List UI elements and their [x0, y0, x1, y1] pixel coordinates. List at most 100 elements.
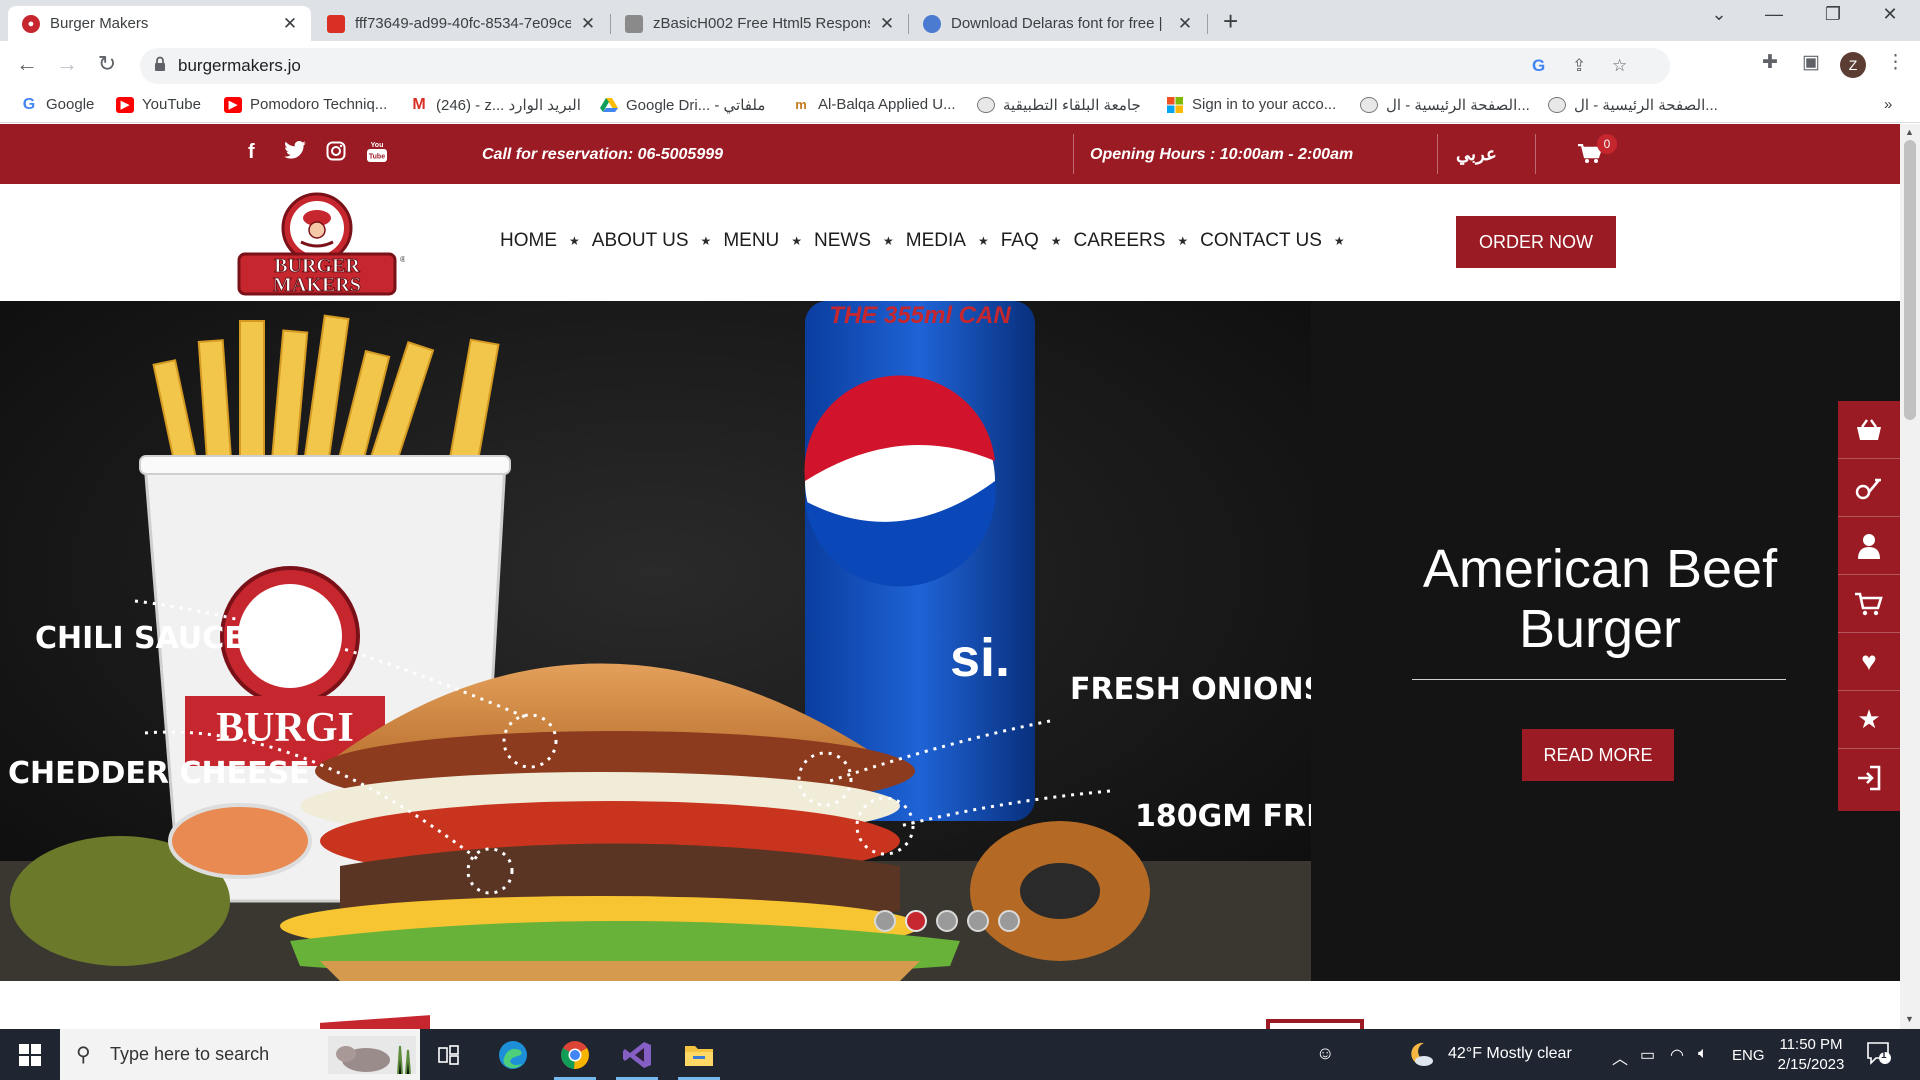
- maximize-button[interactable]: ❐: [1810, 4, 1856, 25]
- slider-dot[interactable]: [874, 910, 896, 932]
- hero-title: American Beef Burger: [1422, 539, 1778, 659]
- hero-slider: BURGI THE 355ml CAN si. CHILI SAUCE CHED…: [0, 301, 1900, 981]
- show-hidden-icons-chevron-icon[interactable]: ︿: [1612, 1045, 1628, 1069]
- content-below-hero: [0, 981, 1900, 1029]
- close-icon[interactable]: ✕: [878, 14, 896, 34]
- instagram-icon[interactable]: [326, 141, 346, 167]
- cart-icon[interactable]: [1838, 575, 1900, 633]
- visual-studio-icon[interactable]: [608, 1029, 666, 1080]
- people-icon[interactable]: ☺: [1316, 1043, 1334, 1064]
- bau-icon: m: [795, 97, 807, 112]
- bookmark-microsoft[interactable]: Sign in to your acco...: [1166, 96, 1336, 113]
- notification-center-icon[interactable]: 1: [1866, 1041, 1892, 1070]
- nav-faq[interactable]: FAQ: [1001, 230, 1039, 252]
- windows-start-button[interactable]: [0, 1029, 60, 1080]
- bookmark-bau-arabic[interactable]: جامعة البلقاء التطبيقية: [977, 96, 1141, 114]
- close-icon[interactable]: ✕: [579, 14, 597, 34]
- divider: [1535, 134, 1536, 174]
- hero-burger-image: BURGI THE 355ml CAN si. CHILI SAUCE CHED…: [0, 301, 1311, 981]
- share-icon[interactable]: ⇪: [1572, 56, 1586, 76]
- scrollbar-thumb[interactable]: [1904, 140, 1916, 420]
- profile-avatar[interactable]: Z: [1840, 52, 1866, 78]
- window-close-button[interactable]: ✕: [1867, 4, 1913, 25]
- youtube-icon[interactable]: You Tube: [366, 141, 388, 169]
- bookmark-youtube[interactable]: ▶ YouTube: [116, 96, 201, 113]
- drive-icon: [600, 97, 618, 113]
- bookmark-drive[interactable]: Google Dri... - ملفاتي: [600, 96, 765, 114]
- star-icon[interactable]: ★: [1838, 691, 1900, 749]
- extensions-icon[interactable]: ✚: [1762, 51, 1778, 74]
- read-more-button[interactable]: READ MORE: [1522, 729, 1674, 781]
- address-bar[interactable]: burgermakers.jo G ⇪ ☆: [140, 48, 1670, 84]
- close-icon[interactable]: ✕: [281, 14, 299, 34]
- nav-contact-us[interactable]: CONTACT US: [1200, 230, 1322, 252]
- reload-icon[interactable]: ↻: [92, 51, 122, 77]
- nav-about-us[interactable]: ABOUT US: [592, 230, 689, 252]
- page-scrollbar[interactable]: ▲ ▼: [1900, 124, 1920, 1029]
- task-view-icon[interactable]: [420, 1029, 478, 1080]
- weather-text[interactable]: 42°F Mostly clear: [1448, 1045, 1572, 1063]
- forward-arrow-icon[interactable]: →: [52, 51, 82, 77]
- main-navigation: HOME ★ ABOUT US ★ MENU ★ NEWS ★ MEDIA ★ FAQ ★ …: [500, 230, 1357, 252]
- volume-icon[interactable]: 🔈︎: [1698, 1045, 1708, 1063]
- chrome-icon[interactable]: [546, 1029, 604, 1080]
- nav-careers[interactable]: CAREERS: [1074, 230, 1166, 252]
- youtube-icon: ▶: [224, 96, 242, 113]
- tab-zbasic[interactable]: zBasicH002 Free Html5 Responsi ✕: [611, 6, 908, 41]
- bookmark-star-icon[interactable]: ☆: [1612, 56, 1627, 76]
- burger-makers-logo[interactable]: BURGER MAKERS ®: [235, 192, 405, 296]
- nav-news[interactable]: NEWS: [814, 230, 871, 252]
- basket-icon[interactable]: [1838, 401, 1900, 459]
- lock-icon[interactable]: [154, 56, 166, 72]
- input-language[interactable]: ENG: [1732, 1047, 1765, 1064]
- taskbar-search[interactable]: ⚲ Type here to search: [60, 1029, 420, 1080]
- order-now-button[interactable]: ORDER NOW: [1456, 216, 1616, 268]
- bookmark-bau-home-2[interactable]: الصفحة الرئيسية - ال...: [1548, 96, 1718, 114]
- edge-icon[interactable]: [484, 1029, 542, 1080]
- close-icon[interactable]: ✕: [1176, 14, 1194, 34]
- bookmark-label: Sign in to your acco...: [1192, 96, 1337, 113]
- file-explorer-icon[interactable]: [670, 1029, 728, 1080]
- minimize-button[interactable]: —: [1751, 4, 1797, 25]
- nav-media[interactable]: MEDIA: [906, 230, 966, 252]
- battery-icon[interactable]: ▭: [1640, 1045, 1655, 1065]
- nav-home[interactable]: HOME: [500, 230, 557, 252]
- back-arrow-icon[interactable]: ←: [12, 51, 42, 77]
- twitter-icon[interactable]: [284, 140, 306, 165]
- callout-label: FRESH ONIONS AND TOMATOES: [1070, 672, 1311, 707]
- scroll-up-arrow-icon[interactable]: ▲: [1905, 127, 1914, 137]
- delivery-icon[interactable]: [1838, 459, 1900, 517]
- language-switch[interactable]: عربي: [1456, 144, 1497, 165]
- bookmark-bau-home-1[interactable]: الصفحة الرئيسية - ال...: [1360, 96, 1530, 114]
- tab-uuid[interactable]: fff73649-ad99-40fc-8534-7e09ce ✕: [313, 6, 609, 41]
- side-panel-icon[interactable]: ▣: [1802, 51, 1820, 74]
- login-icon[interactable]: [1838, 749, 1900, 807]
- scroll-down-arrow-icon[interactable]: ▼: [1905, 1014, 1914, 1024]
- url-text[interactable]: burgermakers.jo: [178, 56, 301, 76]
- tab-delaras[interactable]: Download Delaras font for free | ✕: [909, 6, 1206, 41]
- bookmark-bau[interactable]: m Al-Balqa Applied U...: [792, 96, 955, 113]
- bau-seal-icon: [1360, 97, 1378, 113]
- tab-burger-makers[interactable]: ● Burger Makers ✕: [8, 6, 311, 41]
- user-icon[interactable]: [1838, 517, 1900, 575]
- nav-menu[interactable]: MENU: [723, 230, 779, 252]
- bookmark-label: الصفحة الرئيسية - ال...: [1386, 97, 1530, 114]
- facebook-icon[interactable]: f: [248, 141, 255, 164]
- system-clock[interactable]: 11:50 PM 2/15/2023: [1776, 1036, 1846, 1073]
- bookmark-gmail[interactable]: M (246) - z... البريد الوارد: [410, 96, 581, 114]
- slider-dot[interactable]: [998, 910, 1020, 932]
- slider-dot[interactable]: [936, 910, 958, 932]
- google-lens-icon[interactable]: G: [1532, 56, 1545, 76]
- wifi-icon[interactable]: ◠: [1670, 1045, 1684, 1065]
- slider-dot-active[interactable]: [905, 910, 927, 932]
- bookmark-label: Pomodoro Techniq...: [250, 96, 388, 113]
- bookmark-label: (246) - z... البريد الوارد: [436, 97, 581, 114]
- heart-icon[interactable]: ♥: [1838, 633, 1900, 691]
- menu-kebab-icon[interactable]: ⋮: [1886, 51, 1905, 74]
- bookmark-google[interactable]: G Google: [20, 96, 95, 114]
- new-tab-button[interactable]: +: [1223, 6, 1238, 36]
- tab-search-icon[interactable]: ⌄: [1696, 4, 1742, 25]
- slider-dot[interactable]: [967, 910, 989, 932]
- bookmark-pomodoro[interactable]: ▶ Pomodoro Techniq...: [224, 96, 387, 113]
- bookmarks-overflow-button[interactable]: »: [1884, 96, 1892, 113]
